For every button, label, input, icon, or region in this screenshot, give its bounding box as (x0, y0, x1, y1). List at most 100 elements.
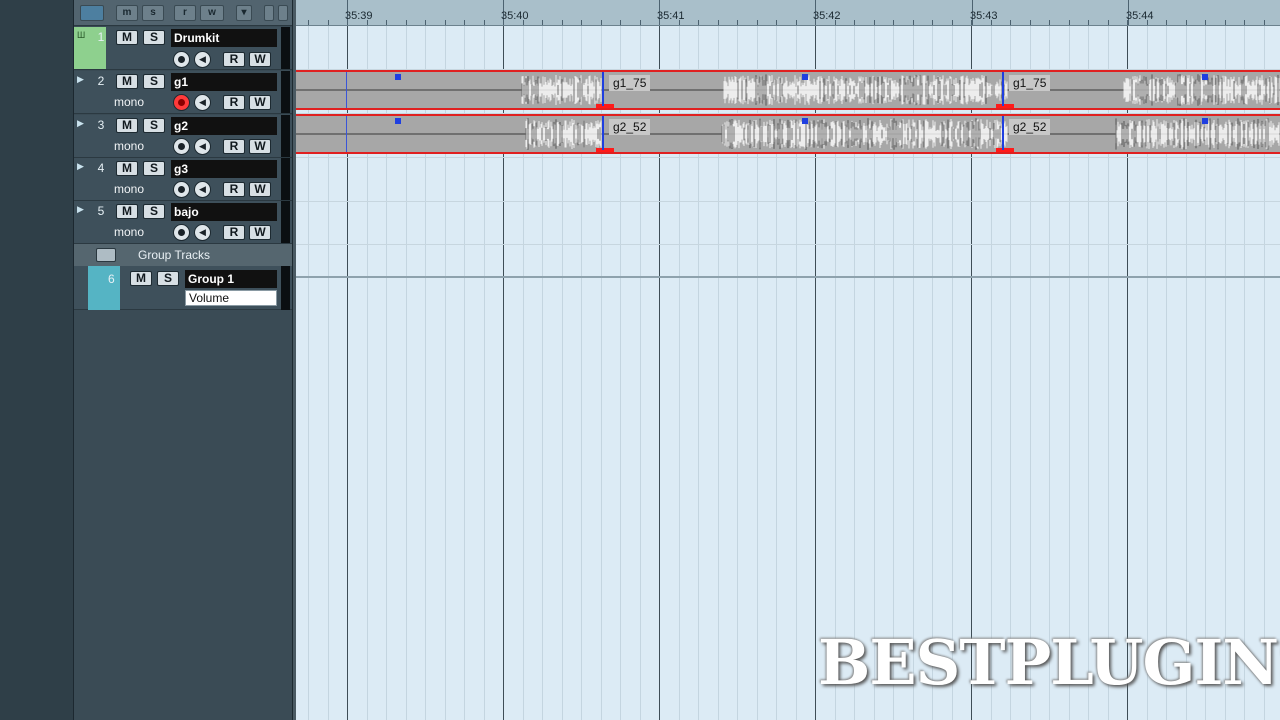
track-1-drumkit[interactable]: Ш 1 M S Drumkit ◀ R W (74, 27, 292, 70)
ruler-minor-tick (990, 20, 992, 25)
track-name-field[interactable]: bajo (171, 203, 277, 221)
expand-icon[interactable]: ▶ (77, 161, 84, 172)
record-enable-button[interactable] (173, 224, 190, 241)
ruler-minor-tick (698, 20, 699, 25)
track-color-icon[interactable] (80, 5, 104, 21)
write-automation-button[interactable]: W (249, 52, 271, 67)
read-automation-button[interactable]: R (223, 182, 245, 197)
write-automation-button[interactable]: W (249, 139, 271, 154)
bracket-icon[interactable] (264, 5, 274, 21)
track-color-strip (88, 266, 120, 310)
track-name-field[interactable]: g2 (171, 117, 277, 135)
solo-button[interactable]: S (143, 204, 165, 219)
ruler-minor-tick (1029, 20, 1031, 25)
track-scroll-strip (281, 201, 290, 243)
ruler-minor-tick (912, 20, 914, 25)
timeline-ruler[interactable]: 35:39 35:40 35:41 35:42 35:43 35:44 (296, 0, 1280, 26)
audio-event-lane-g2[interactable]: g2_52 g2_52 (296, 114, 1280, 154)
track-number: 6 (108, 272, 115, 286)
ruler-minor-tick (1205, 20, 1206, 25)
folder-icon[interactable] (96, 248, 116, 262)
left-panel-strip (0, 0, 74, 720)
ruler-minor-tick (327, 20, 329, 25)
track-6-group[interactable]: 6 M S Group 1 Volume (74, 266, 292, 310)
track-list-toolbar: m s r w ▾ (74, 0, 292, 26)
solo-all-toolbar-button[interactable]: s (142, 5, 164, 21)
write-automation-button[interactable]: W (249, 225, 271, 240)
track-3-g2[interactable]: ▶ 3 M S g2 mono ◀ R W (74, 115, 292, 158)
mute-button[interactable]: M (116, 161, 138, 176)
read-automation-button[interactable]: R (223, 225, 245, 240)
record-enable-button[interactable] (173, 181, 190, 198)
ruler-minor-tick (1244, 20, 1245, 25)
monitor-button[interactable]: ◀ (194, 224, 211, 241)
track-lane-line (296, 244, 1280, 245)
ruler-minor-tick (581, 20, 582, 25)
track-name-field[interactable]: Drumkit (171, 29, 277, 47)
ruler-minor-tick (1185, 20, 1187, 25)
read-all-toolbar-button[interactable]: r (174, 5, 196, 21)
read-automation-button[interactable]: R (223, 52, 245, 67)
write-automation-button[interactable]: W (249, 95, 271, 110)
audio-event-lane-g1[interactable]: g1_75 g1_75 (296, 70, 1280, 110)
expand-icon[interactable]: ▶ (77, 74, 84, 85)
mute-button[interactable]: M (116, 74, 138, 89)
ruler-minor-tick (1010, 20, 1011, 25)
automation-parameter-field[interactable]: Volume (185, 290, 277, 306)
track-name-field[interactable]: Group 1 (185, 270, 277, 288)
solo-button[interactable]: S (143, 161, 165, 176)
monitor-button[interactable]: ◀ (194, 181, 211, 198)
event-label[interactable]: g2_52 (609, 119, 651, 135)
monitor-button[interactable]: ◀ (194, 51, 211, 68)
track-5-bajo[interactable]: ▶ 5 M S bajo mono ◀ R W (74, 201, 292, 244)
track-lane-line (296, 157, 1280, 158)
write-all-toolbar-button[interactable]: w (200, 5, 224, 21)
ruler-minor-tick (366, 20, 368, 25)
ruler-minor-tick (542, 20, 543, 25)
event-label[interactable]: g1_75 (1009, 75, 1051, 91)
track-4-g3[interactable]: ▶ 4 M S g3 mono ◀ R W (74, 158, 292, 201)
mute-button[interactable]: M (116, 204, 138, 219)
ruler-minor-tick (620, 20, 621, 25)
mute-button[interactable]: M (116, 118, 138, 133)
event-label[interactable]: g1_75 (609, 75, 651, 91)
ruler-time-label: 35:39 (345, 10, 373, 22)
track-name-field[interactable]: g1 (171, 73, 277, 91)
bracket-icon[interactable] (278, 5, 288, 21)
ruler-minor-tick (639, 20, 641, 25)
solo-button[interactable]: S (143, 30, 165, 45)
ruler-minor-tick (483, 20, 485, 25)
chevron-down-icon[interactable]: ▾ (236, 5, 252, 21)
track-list-panel: m s r w ▾ Ш 1 M S Drumkit ◀ R W ▶ 2 M S … (74, 0, 292, 720)
track-lane-line (296, 201, 1280, 202)
ruler-minor-tick (951, 20, 953, 25)
expand-icon[interactable]: ▶ (77, 204, 84, 215)
read-automation-button[interactable]: R (223, 139, 245, 154)
ruler-minor-tick (717, 20, 719, 25)
ruler-minor-tick (678, 20, 680, 25)
record-enable-button[interactable] (173, 51, 190, 68)
arrangement-area[interactable]: g1_75 g1_75 g2_52 g2_52 (296, 26, 1280, 720)
mute-all-toolbar-button[interactable]: m (116, 5, 138, 21)
ruler-minor-tick (503, 20, 504, 25)
monitor-button[interactable]: ◀ (194, 94, 211, 111)
read-automation-button[interactable]: R (223, 95, 245, 110)
record-enable-button[interactable] (173, 138, 190, 155)
record-enable-button[interactable] (173, 94, 190, 111)
group-tracks-folder[interactable]: Group Tracks (74, 244, 292, 266)
track-scroll-strip (281, 266, 290, 310)
solo-button[interactable]: S (143, 118, 165, 133)
event-label[interactable]: g2_52 (1009, 119, 1051, 135)
ruler-minor-tick (1127, 20, 1128, 25)
channel-mode-label: mono (114, 182, 145, 196)
expand-icon[interactable]: ▶ (77, 118, 84, 129)
mute-button[interactable]: M (116, 30, 138, 45)
mute-button[interactable]: M (130, 271, 152, 286)
solo-button[interactable]: S (157, 271, 179, 286)
monitor-button[interactable]: ◀ (194, 138, 211, 155)
write-automation-button[interactable]: W (249, 182, 271, 197)
track-2-g1[interactable]: ▶ 2 M S g1 mono ◀ R W (74, 71, 292, 114)
ruler-minor-tick (425, 20, 426, 25)
track-name-field[interactable]: g3 (171, 160, 277, 178)
solo-button[interactable]: S (143, 74, 165, 89)
